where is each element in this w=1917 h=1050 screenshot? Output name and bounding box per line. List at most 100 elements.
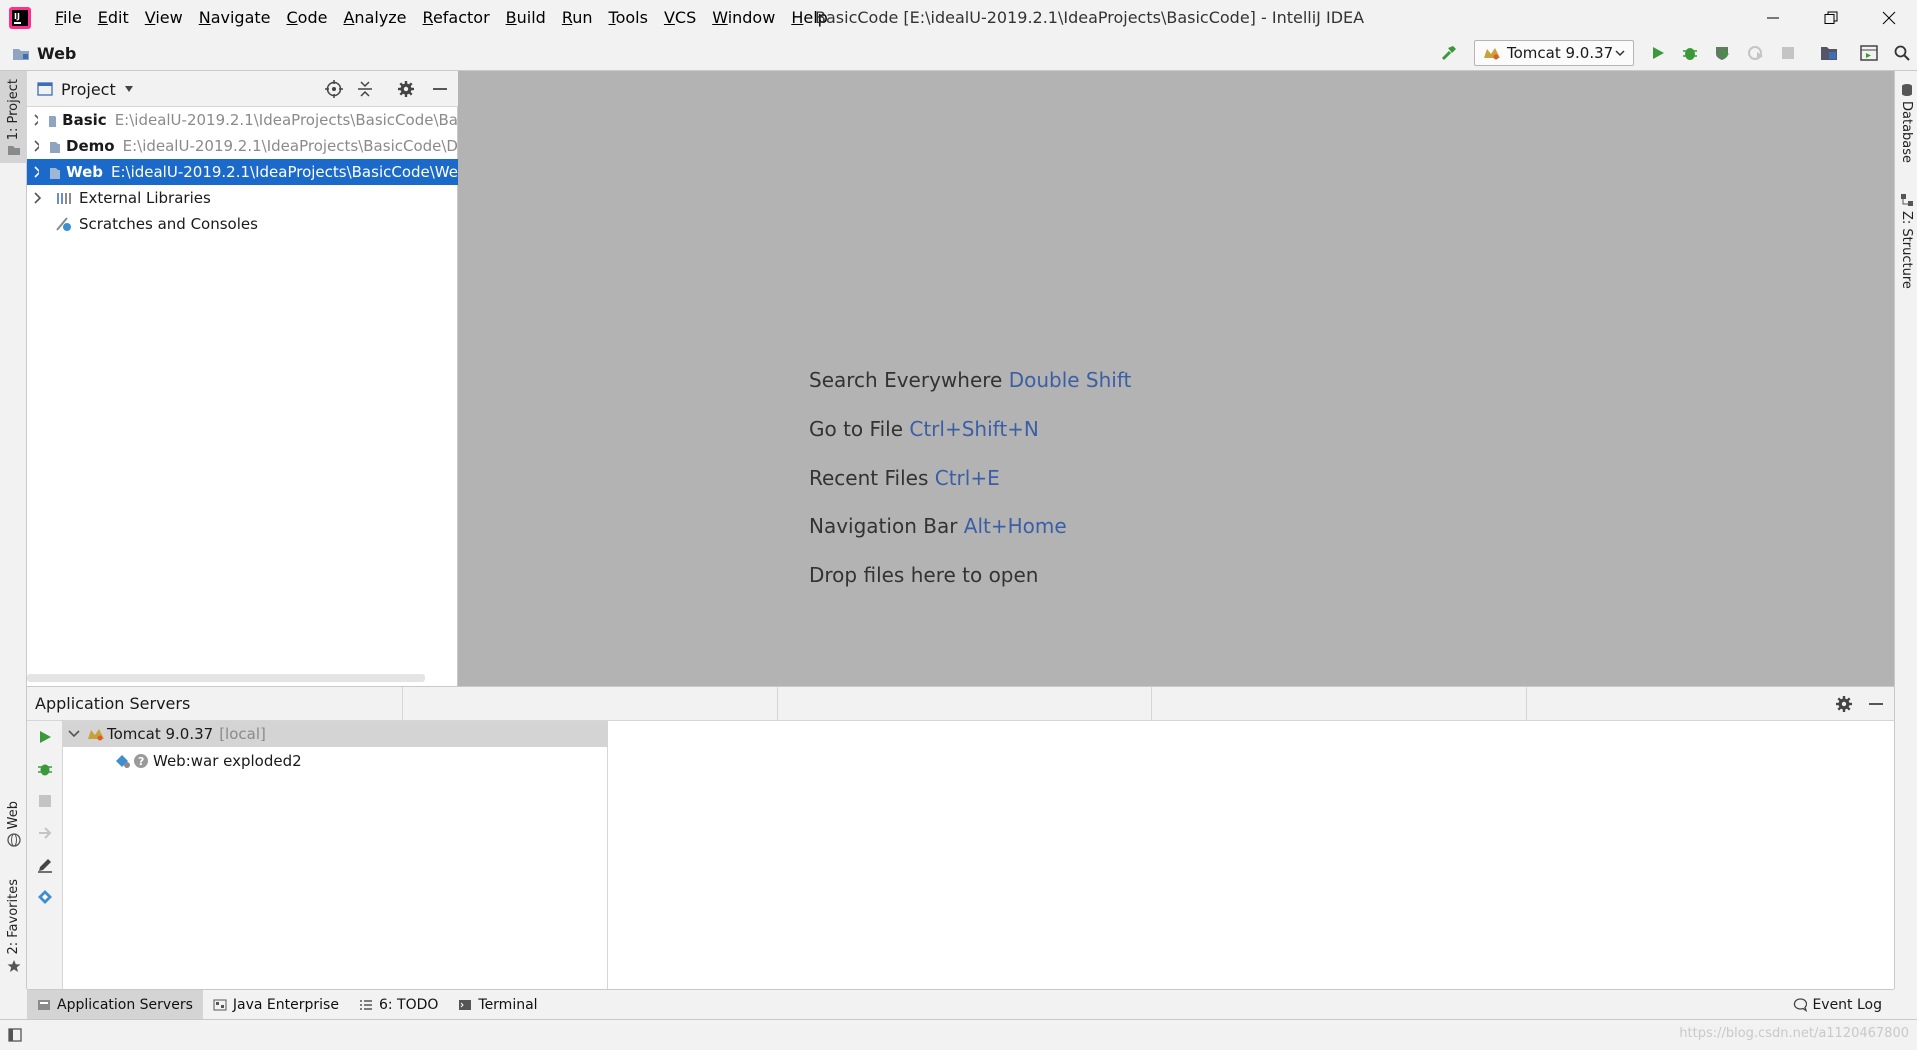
tab-todo[interactable]: 6: TODO <box>349 990 448 1020</box>
menu-view[interactable]: View <box>137 0 191 35</box>
menu-edit[interactable]: Edit <box>90 0 137 35</box>
menu-vcs[interactable]: VCS <box>656 0 704 35</box>
tree-item-demo[interactable]: Demo E:\idealU-2019.2.1\IdeaProjects\Bas… <box>27 133 458 159</box>
toggle-tool-windows-button[interactable] <box>8 1028 22 1042</box>
java-enterprise-icon <box>213 999 227 1010</box>
chevron-down-icon <box>1615 50 1625 57</box>
as-artifacts-button[interactable] <box>35 887 55 907</box>
tree-item-name: Demo <box>66 137 115 155</box>
locate-file-button[interactable] <box>323 78 345 100</box>
structure-tool-tab-label: Z: Structure <box>1899 211 1914 289</box>
hint-shortcut: Ctrl+Shift+N <box>909 417 1039 441</box>
project-view-selector[interactable]: Project <box>37 71 134 107</box>
project-settings-button[interactable] <box>395 78 417 100</box>
app-servers-settings-button[interactable] <box>1833 693 1855 715</box>
minimize-button[interactable] <box>1745 0 1801 35</box>
app-servers-toolbar <box>27 721 63 990</box>
coverage-button[interactable] <box>1710 41 1736 65</box>
structure-tool-tab[interactable]: Z: Structure <box>1895 193 1917 289</box>
stop-button[interactable] <box>1775 41 1801 65</box>
menu-navigate[interactable]: Navigate <box>191 0 279 35</box>
artifact-icon <box>38 890 52 904</box>
menu-code[interactable]: Code <box>279 0 336 35</box>
run-anything-button[interactable] <box>1856 41 1882 65</box>
event-log-tab[interactable]: Event Log <box>1793 990 1882 1020</box>
window-title: BasicCode [E:\idealU-2019.2.1\IdeaProjec… <box>815 8 1365 27</box>
as-deploy-button[interactable] <box>35 823 55 843</box>
tree-item-name: Basic <box>62 111 107 129</box>
artifact-row[interactable]: ? Web:war exploded2 <box>63 748 608 774</box>
project-panel-header: Project <box>27 71 458 107</box>
web-tool-tab[interactable]: Web <box>0 801 27 861</box>
minimize-icon <box>1767 17 1779 18</box>
as-edit-config-button[interactable] <box>35 855 55 875</box>
globe-icon <box>6 833 21 847</box>
menu-bar: IJ File Edit View Navigate Code Analyze … <box>0 0 1917 35</box>
hint-recent-files: Recent Files Ctrl+E <box>809 466 1000 490</box>
breadcrumb[interactable]: Web <box>12 35 76 71</box>
tab-label: Application Servers <box>57 996 193 1013</box>
hint-text: Recent Files <box>809 466 929 490</box>
application-servers-header: Application Servers <box>27 687 1894 721</box>
restore-button[interactable] <box>1803 0 1859 35</box>
todo-list-icon <box>359 999 372 1010</box>
tomcat-icon <box>88 729 104 741</box>
run-button[interactable] <box>1645 41 1671 65</box>
collapse-all-button[interactable] <box>354 78 376 100</box>
build-button[interactable] <box>1436 41 1462 65</box>
tree-item-path: E:\idealU-2019.2.1\IdeaProjects\BasicCod… <box>110 163 458 181</box>
profile-button[interactable] <box>1743 41 1769 65</box>
tree-item-scratches[interactable]: Scratches and Consoles <box>27 211 458 237</box>
collapse-all-icon <box>358 81 372 97</box>
menu-file[interactable]: File <box>47 0 90 35</box>
project-tool-tab[interactable]: 1: Project <box>0 71 27 163</box>
as-stop-button[interactable] <box>35 791 55 811</box>
application-servers-title: Application Servers <box>35 694 191 713</box>
tab-terminal[interactable]: Terminal <box>448 990 547 1020</box>
scratches-icon <box>56 217 71 231</box>
menu-analyze[interactable]: Analyze <box>335 0 414 35</box>
project-structure-button[interactable] <box>1816 41 1842 65</box>
tree-item-external-libraries[interactable]: External Libraries <box>27 185 458 211</box>
tree-item-web[interactable]: Web E:\idealU-2019.2.1\IdeaProjects\Basi… <box>27 159 458 185</box>
minimize-icon <box>433 88 447 90</box>
breadcrumb-label: Web <box>37 43 77 63</box>
database-tool-tab-label: Database <box>1899 101 1914 164</box>
expand-arrow-icon <box>34 166 40 178</box>
project-view-icon <box>37 82 53 96</box>
application-servers-panel: Application Servers Tomcat 9.0.37 [local… <box>27 686 1894 990</box>
horizontal-scrollbar[interactable] <box>27 674 425 682</box>
server-row-tomcat[interactable]: Tomcat 9.0.37 [local] <box>63 721 608 747</box>
structure-icon <box>1900 194 1913 206</box>
run-configuration-selector[interactable]: Tomcat 9.0.37 <box>1474 40 1634 66</box>
tree-item-basic[interactable]: Basic E:\idealU-2019.2.1\IdeaProjects\Ba… <box>27 107 458 133</box>
debug-button[interactable] <box>1677 41 1703 65</box>
tab-application-servers[interactable]: Application Servers <box>27 989 203 1020</box>
unknown-status-icon: ? <box>134 754 148 768</box>
module-folder-icon <box>50 141 61 153</box>
coverage-icon <box>1716 47 1729 60</box>
hide-panel-button[interactable] <box>429 78 451 100</box>
project-panel-title: Project <box>61 79 116 99</box>
hint-shortcut: Double Shift <box>1008 368 1132 392</box>
menu-tools[interactable]: Tools <box>601 0 656 35</box>
stop-icon <box>39 795 51 807</box>
database-tool-tab[interactable]: Database <box>1895 83 1917 163</box>
as-run-button[interactable] <box>35 727 55 747</box>
editor-area[interactable]: Search Everywhere Double Shift Go to Fil… <box>458 71 1894 686</box>
app-servers-hide-button[interactable] <box>1865 693 1887 715</box>
project-tool-tab-label: 1: Project <box>6 79 21 141</box>
search-button[interactable] <box>1889 41 1915 65</box>
project-panel: Project Basic E:\idealU-2019.2.1\IdeaPro… <box>27 71 458 686</box>
favorites-tool-tab[interactable]: 2: Favorites <box>0 879 27 979</box>
menu-run[interactable]: Run <box>554 0 601 35</box>
tab-java-enterprise[interactable]: Java Enterprise <box>203 990 349 1020</box>
as-debug-button[interactable] <box>35 759 55 779</box>
menu-window[interactable]: Window <box>704 0 783 35</box>
hint-navigation-bar: Navigation Bar Alt+Home <box>809 514 1067 538</box>
hammer-icon <box>1441 46 1456 61</box>
close-button[interactable] <box>1861 0 1917 35</box>
folder-icon <box>7 146 20 156</box>
menu-build[interactable]: Build <box>498 0 554 35</box>
menu-refactor[interactable]: Refactor <box>415 0 498 35</box>
